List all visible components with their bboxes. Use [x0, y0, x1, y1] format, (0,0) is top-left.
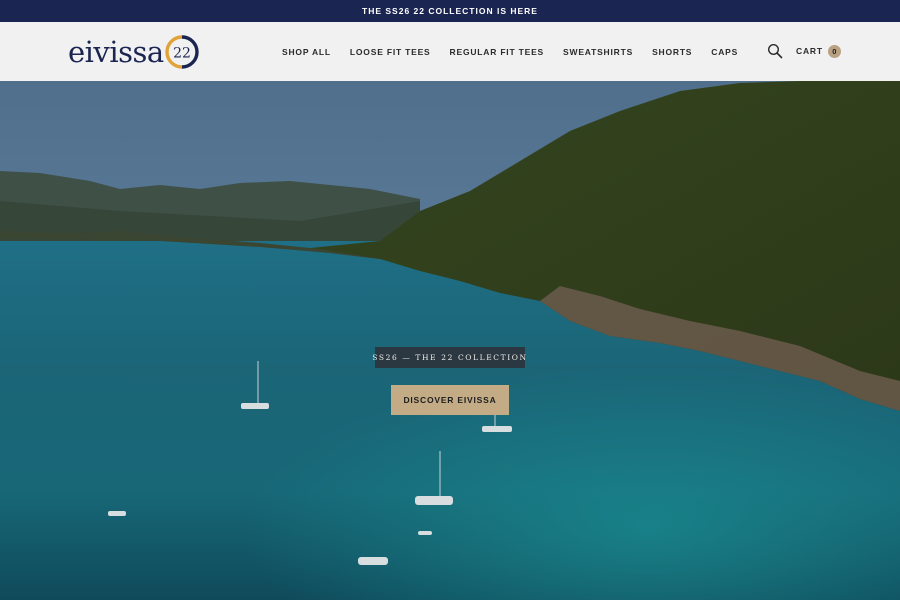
nav-regular-fit-tees[interactable]: REGULAR FIT TEES: [450, 47, 545, 57]
logo-wordmark: eivissa: [68, 34, 164, 69]
discover-button[interactable]: DISCOVER EIVISSA: [391, 385, 509, 415]
brand-logo[interactable]: eivissa 22: [68, 32, 199, 72]
hero-image: [0, 81, 900, 600]
announcement-bar: THE SS26 22 COLLECTION IS HERE: [0, 0, 900, 22]
nav-loose-fit-tees[interactable]: LOOSE FIT TEES: [350, 47, 431, 57]
main-nav: SHOP ALL LOOSE FIT TEES REGULAR FIT TEES…: [282, 22, 757, 81]
site-header: eivissa 22 SHOP ALL LOOSE FIT TEES REGUL…: [0, 22, 900, 81]
search-icon[interactable]: [767, 43, 783, 59]
nav-caps[interactable]: CAPS: [711, 47, 738, 57]
announcement-text: THE SS26 22 COLLECTION IS HERE: [362, 6, 538, 16]
logo-badge-number: 22: [173, 46, 191, 62]
hero-eyebrow-label: SS26 — THE 22 COLLECTION: [372, 347, 526, 368]
hero-banner: SS26 — THE 22 COLLECTION DISCOVER EIVISS…: [0, 81, 900, 600]
nav-shorts[interactable]: SHORTS: [652, 47, 692, 57]
logo-badge-icon: 22: [165, 35, 199, 69]
nav-sweatshirts[interactable]: SWEATSHIRTS: [563, 47, 633, 57]
cart-label: CART: [796, 46, 823, 56]
nav-shop-all[interactable]: SHOP ALL: [282, 47, 331, 57]
cart-button[interactable]: CART 0: [796, 44, 841, 58]
cart-count-badge: 0: [827, 44, 841, 58]
